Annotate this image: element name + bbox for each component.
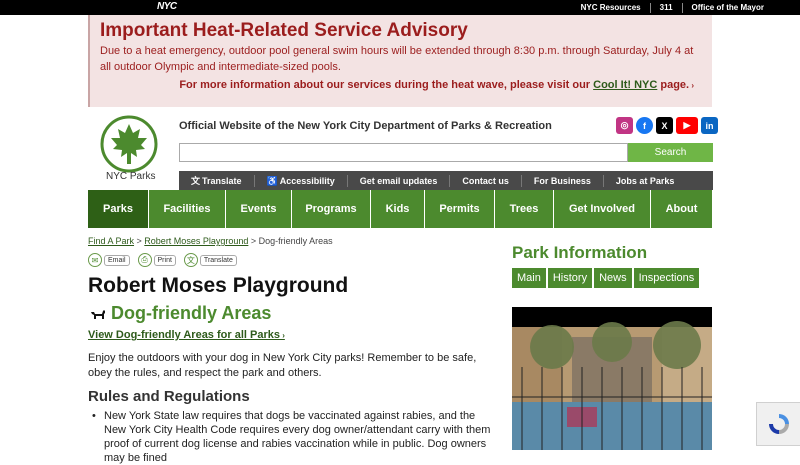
translate-tool[interactable]: 文 Translate: [183, 253, 237, 267]
nav-events[interactable]: Events: [226, 190, 292, 228]
search-input[interactable]: [179, 143, 628, 162]
accessibility-icon: ♿: [266, 175, 278, 186]
bullet-icon: •: [92, 410, 96, 422]
nav-get-involved[interactable]: Get Involved: [554, 190, 651, 228]
jobs-link[interactable]: Jobs at Parks: [602, 174, 687, 187]
view-all-dog-areas-link[interactable]: View Dog-friendly Areas for all Parks ›: [88, 329, 285, 341]
section-heading: Dog-friendly Areas: [90, 303, 271, 324]
chevron-right-icon: ›: [279, 331, 285, 340]
nyc-logo[interactable]: NYC: [157, 1, 177, 12]
recaptcha-icon: [768, 414, 789, 434]
breadcrumb-separator: >: [248, 236, 259, 246]
tab-news[interactable]: News: [594, 268, 632, 288]
tab-main[interactable]: Main: [512, 268, 546, 288]
recaptcha-badge[interactable]: [756, 402, 800, 446]
print-icon: ⎙: [137, 253, 152, 267]
advisory-more-suffix: page.: [657, 79, 690, 91]
rules-heading: Rules and Regulations: [88, 388, 250, 405]
advisory-body: Due to a heat emergency, outdoor pool ge…: [100, 45, 694, 73]
intro-text: Enjoy the outdoors with your dog in New …: [88, 352, 477, 379]
email-updates-link[interactable]: Get email updates: [346, 174, 450, 187]
dog-icon: [91, 310, 105, 319]
advisory-title: Important Heat-Related Service Advisory: [100, 20, 468, 41]
advisory-more-prefix: For more information about our services …: [179, 79, 594, 91]
site-title: Official Website of the New York City De…: [179, 120, 552, 132]
nav-trees[interactable]: Trees: [495, 190, 554, 228]
nav-programs[interactable]: Programs: [292, 190, 371, 228]
page-tools: ✉ Email ⎙ Print 文 Translate: [88, 253, 237, 267]
nav-facilities[interactable]: Facilities: [149, 190, 226, 228]
page-title: Robert Moses Playground: [88, 274, 349, 297]
accessibility-label: Accessibility: [279, 175, 335, 186]
search-button[interactable]: Search: [628, 143, 713, 162]
top-link-311[interactable]: 311: [649, 2, 682, 13]
breadcrumb-find-a-park[interactable]: Find A Park: [88, 236, 134, 246]
park-info-tabs: Main History News Inspections: [512, 268, 700, 288]
print-tool-label: Print: [153, 254, 176, 266]
park-info-title: Park Information: [512, 243, 648, 262]
print-tool[interactable]: ⎙ Print: [137, 253, 176, 267]
facebook-icon[interactable]: f: [636, 117, 653, 134]
nav-kids[interactable]: Kids: [371, 190, 425, 228]
breadcrumb-park[interactable]: Robert Moses Playground: [144, 236, 248, 246]
translate-tool-label: Translate: [199, 254, 237, 266]
section-title: Dog-friendly Areas: [111, 303, 272, 323]
top-links: NYC Resources 311 Office of the Mayor: [572, 0, 773, 15]
social-links: ◎ f X ▶ in: [616, 117, 718, 134]
contact-us-link[interactable]: Contact us: [449, 174, 521, 187]
main-nav: Parks Facilities Events Programs Kids Pe…: [88, 190, 712, 228]
instagram-icon[interactable]: ◎: [616, 117, 633, 134]
utility-nav: 文 Translate ♿ Accessibility Get email upda…: [179, 171, 713, 190]
nav-parks[interactable]: Parks: [88, 190, 149, 228]
rule-item: New York State law requires that dogs be…: [104, 410, 491, 464]
nyc-parks-leaf-logo[interactable]: [100, 115, 158, 173]
chevron-right-icon: ›: [689, 81, 694, 90]
top-link-nyc-resources[interactable]: NYC Resources: [572, 3, 650, 13]
email-icon: ✉: [88, 253, 102, 267]
translate-icon: 文: [191, 175, 201, 186]
nav-about[interactable]: About: [651, 190, 712, 228]
linkedin-icon[interactable]: in: [701, 117, 718, 134]
breadcrumb: Find A Park > Robert Moses Playground > …: [88, 236, 333, 246]
nav-permits[interactable]: Permits: [425, 190, 495, 228]
translate-label: Translate: [202, 175, 242, 186]
tab-inspections[interactable]: Inspections: [633, 268, 700, 288]
park-photo-image: [512, 307, 712, 450]
heat-advisory-banner: Important Heat-Related Service Advisory …: [88, 15, 712, 107]
nyc-top-bar: NYC NYC Resources 311 Office of the Mayo…: [0, 0, 800, 15]
email-tool[interactable]: ✉ Email: [88, 253, 130, 267]
x-icon[interactable]: X: [656, 117, 673, 134]
cool-it-nyc-link[interactable]: Cool It! NYC: [593, 79, 657, 91]
park-photo: [512, 307, 712, 450]
breadcrumb-separator: >: [134, 236, 145, 246]
advisory-more-info: For more information about our services …: [179, 79, 694, 91]
youtube-icon[interactable]: ▶: [676, 117, 698, 134]
tab-history[interactable]: History: [547, 268, 593, 288]
translate-link[interactable]: 文 Translate: [179, 175, 254, 187]
rules-list: • New York State law requires that dogs …: [92, 409, 500, 465]
accessibility-link[interactable]: ♿ Accessibility: [253, 174, 347, 187]
view-all-dog-areas-label: View Dog-friendly Areas for all Parks: [88, 329, 280, 341]
for-business-link[interactable]: For Business: [520, 174, 603, 187]
translate-icon: 文: [183, 253, 198, 267]
nyc-parks-label: NYC Parks: [106, 171, 156, 182]
top-link-mayor[interactable]: Office of the Mayor: [681, 2, 773, 13]
email-tool-label: Email: [104, 254, 130, 266]
breadcrumb-current: Dog-friendly Areas: [258, 236, 333, 246]
